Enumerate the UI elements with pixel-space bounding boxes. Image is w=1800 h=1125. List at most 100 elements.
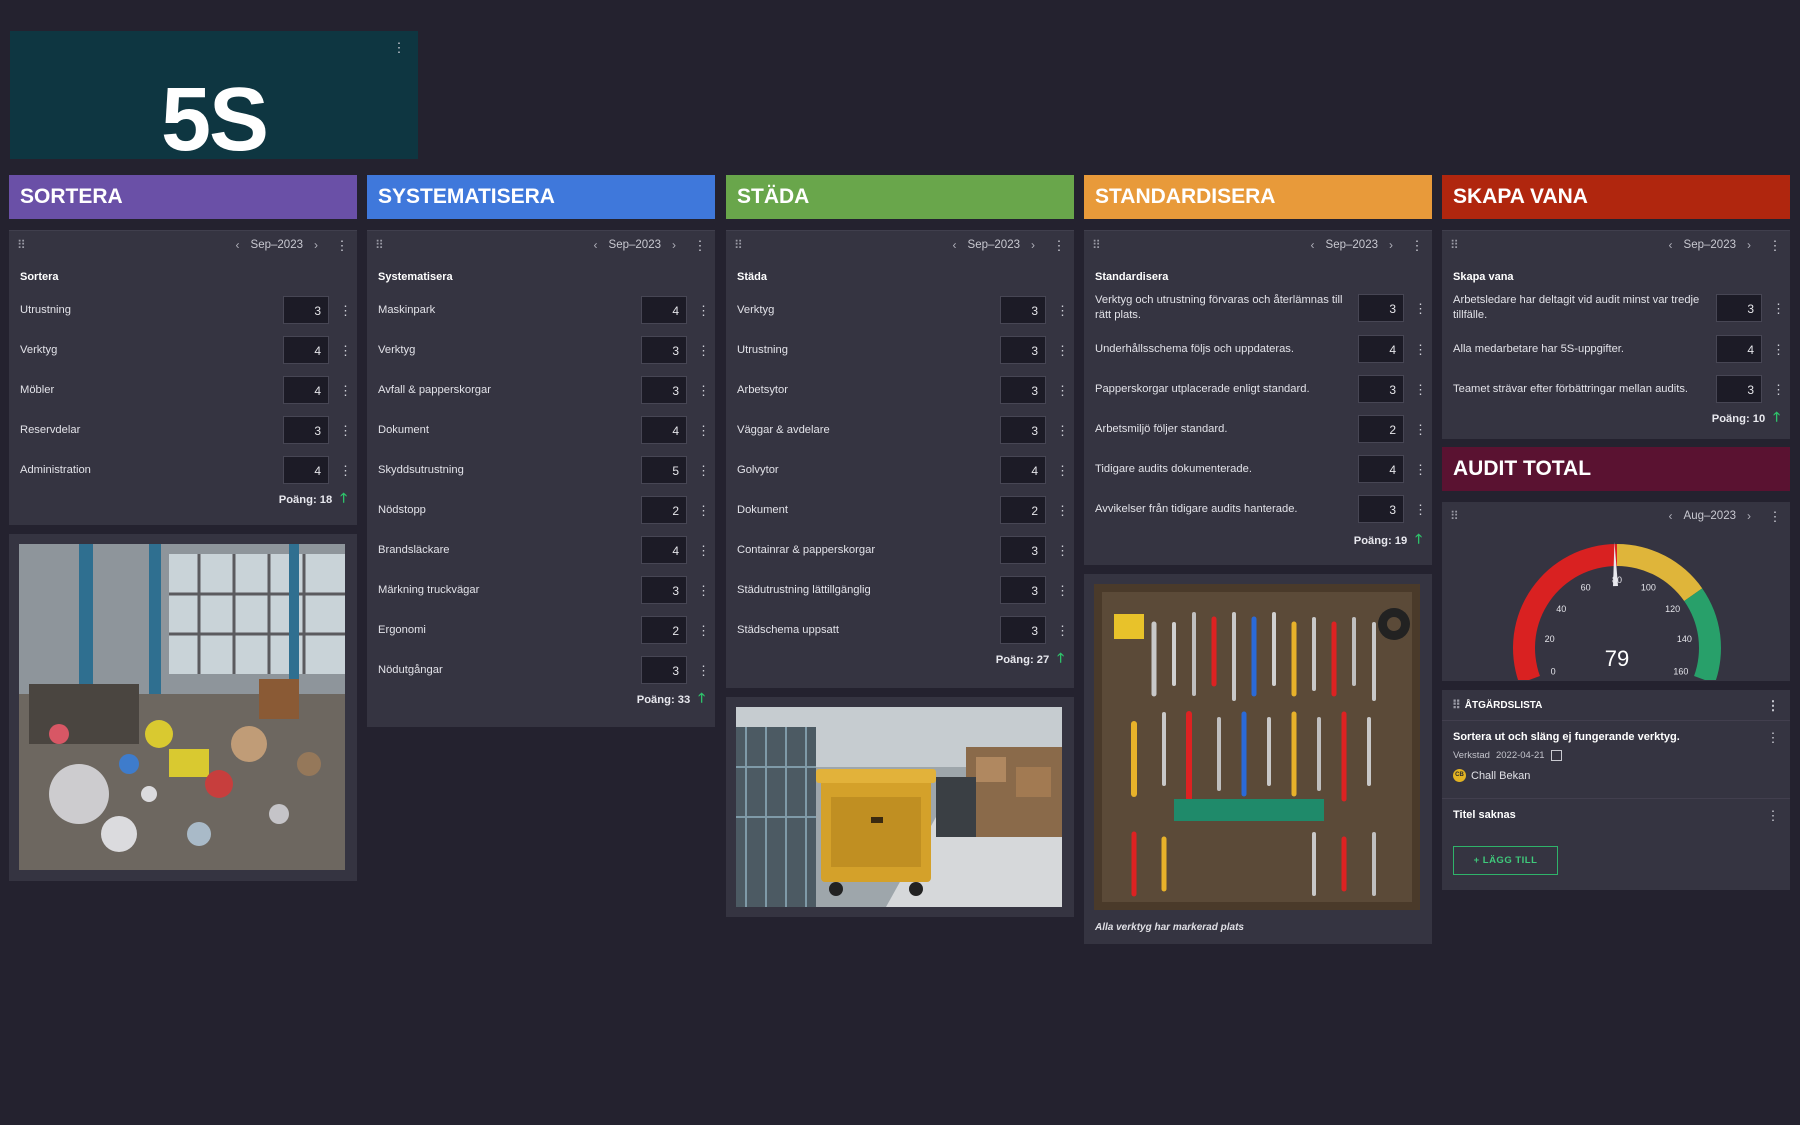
row-menu-icon[interactable]: ⋮ xyxy=(1056,424,1069,437)
row-menu-icon[interactable]: ⋮ xyxy=(339,304,352,317)
score-input[interactable]: 4 xyxy=(1358,335,1404,363)
row-menu-icon[interactable]: ⋮ xyxy=(1056,344,1069,357)
row-menu-icon[interactable]: ⋮ xyxy=(339,344,352,357)
row-menu-icon[interactable]: ⋮ xyxy=(697,304,710,317)
add-action-button[interactable]: + LÄGG TILL xyxy=(1453,846,1558,875)
row-menu-icon[interactable]: ⋮ xyxy=(1414,302,1427,315)
row-menu-icon[interactable]: ⋮ xyxy=(697,664,710,677)
score-input[interactable]: 4 xyxy=(283,336,329,364)
chevron-left-icon[interactable]: ‹ xyxy=(229,238,247,252)
score-input[interactable]: 2 xyxy=(1358,415,1404,443)
row-menu-icon[interactable]: ⋮ xyxy=(1056,624,1069,637)
score-input[interactable]: 2 xyxy=(1000,496,1046,524)
chevron-left-icon[interactable]: ‹ xyxy=(1662,238,1680,252)
row-menu-icon[interactable]: ⋮ xyxy=(1056,504,1069,517)
score-input[interactable]: 3 xyxy=(1000,536,1046,564)
more-menu-icon[interactable]: ⋮ xyxy=(1052,239,1066,252)
drag-handle-icon[interactable]: ⠿ xyxy=(17,238,26,252)
score-input[interactable]: 3 xyxy=(1000,376,1046,404)
score-input[interactable]: 3 xyxy=(1358,495,1404,523)
score-input[interactable]: 3 xyxy=(283,296,329,324)
more-menu-icon[interactable]: ⋮ xyxy=(392,41,406,54)
row-menu-icon[interactable]: ⋮ xyxy=(1772,302,1785,315)
row-menu-icon[interactable]: ⋮ xyxy=(339,424,352,437)
row-menu-icon[interactable]: ⋮ xyxy=(697,544,710,557)
row-menu-icon[interactable]: ⋮ xyxy=(1414,423,1427,436)
score-input[interactable]: 3 xyxy=(641,656,687,684)
action-title[interactable]: Sortera ut och släng ej fungerande verkt… xyxy=(1453,731,1780,743)
score-input[interactable]: 4 xyxy=(1000,456,1046,484)
chevron-right-icon[interactable]: › xyxy=(1024,238,1042,252)
score-input[interactable]: 4 xyxy=(1358,455,1404,483)
drag-handle-icon[interactable]: ⠿ xyxy=(1092,238,1101,252)
score-input[interactable]: 3 xyxy=(1000,296,1046,324)
chevron-left-icon[interactable]: ‹ xyxy=(946,238,964,252)
score-input[interactable]: 3 xyxy=(1716,375,1762,403)
chevron-left-icon[interactable]: ‹ xyxy=(1662,509,1680,523)
row-menu-icon[interactable]: ⋮ xyxy=(1414,343,1427,356)
row-menu-icon[interactable]: ⋮ xyxy=(697,344,710,357)
drag-handle-icon[interactable]: ⠿ xyxy=(734,238,743,252)
score-input[interactable]: 4 xyxy=(641,416,687,444)
score-input[interactable]: 3 xyxy=(641,376,687,404)
score-input[interactable]: 4 xyxy=(283,456,329,484)
action-title[interactable]: Titel saknas xyxy=(1453,809,1780,821)
row-menu-icon[interactable]: ⋮ xyxy=(1056,544,1069,557)
more-menu-icon[interactable]: ⋮ xyxy=(1768,239,1782,252)
drag-handle-icon[interactable]: ⠿ xyxy=(375,238,384,252)
score-input[interactable]: 3 xyxy=(641,336,687,364)
score-input[interactable]: 3 xyxy=(641,576,687,604)
row-menu-icon[interactable]: ⋮ xyxy=(339,464,352,477)
row-menu-icon[interactable]: ⋮ xyxy=(1414,503,1427,516)
row-menu-icon[interactable]: ⋮ xyxy=(697,584,710,597)
row-menu-icon[interactable]: ⋮ xyxy=(1056,384,1069,397)
row-menu-icon[interactable]: ⋮ xyxy=(1766,731,1780,744)
chevron-right-icon[interactable]: › xyxy=(1740,509,1758,523)
score-input[interactable]: 5 xyxy=(641,456,687,484)
drag-handle-icon[interactable]: ⠿ xyxy=(1450,238,1459,252)
more-menu-icon[interactable]: ⋮ xyxy=(1410,239,1424,252)
score-input[interactable]: 3 xyxy=(283,416,329,444)
row-menu-icon[interactable]: ⋮ xyxy=(1772,383,1785,396)
chevron-right-icon[interactable]: › xyxy=(1740,238,1758,252)
score-input[interactable]: 3 xyxy=(1716,294,1762,322)
score-input[interactable]: 2 xyxy=(641,496,687,524)
score-input[interactable]: 4 xyxy=(283,376,329,404)
row-menu-icon[interactable]: ⋮ xyxy=(1766,809,1780,822)
chevron-right-icon[interactable]: › xyxy=(307,238,325,252)
score-input[interactable]: 2 xyxy=(641,616,687,644)
score-input[interactable]: 3 xyxy=(1000,576,1046,604)
more-menu-icon[interactable]: ⋮ xyxy=(693,239,707,252)
row-menu-icon[interactable]: ⋮ xyxy=(697,384,710,397)
chevron-right-icon[interactable]: › xyxy=(1382,238,1400,252)
drag-handle-icon[interactable]: ⠿ xyxy=(1452,698,1461,712)
row-menu-icon[interactable]: ⋮ xyxy=(1056,584,1069,597)
action-item[interactable]: Sortera ut och släng ej fungerande verkt… xyxy=(1442,720,1790,798)
score-input[interactable]: 4 xyxy=(641,296,687,324)
score-input[interactable]: 3 xyxy=(1000,616,1046,644)
row-menu-icon[interactable]: ⋮ xyxy=(339,384,352,397)
row-menu-icon[interactable]: ⋮ xyxy=(697,624,710,637)
more-menu-icon[interactable]: ⋮ xyxy=(1766,699,1780,712)
score-input[interactable]: 4 xyxy=(1716,335,1762,363)
score-input[interactable]: 3 xyxy=(1358,294,1404,322)
score-input[interactable]: 4 xyxy=(641,536,687,564)
more-menu-icon[interactable]: ⋮ xyxy=(335,239,349,252)
row-menu-icon[interactable]: ⋮ xyxy=(1056,304,1069,317)
score-input[interactable]: 3 xyxy=(1000,416,1046,444)
drag-handle-icon[interactable]: ⠿ xyxy=(1450,509,1459,523)
row-menu-icon[interactable]: ⋮ xyxy=(1414,463,1427,476)
row-menu-icon[interactable]: ⋮ xyxy=(697,504,710,517)
action-item[interactable]: Titel saknas ⋮ xyxy=(1442,798,1790,838)
chevron-left-icon[interactable]: ‹ xyxy=(587,238,605,252)
more-menu-icon[interactable]: ⋮ xyxy=(1768,510,1782,523)
row-menu-icon[interactable]: ⋮ xyxy=(697,464,710,477)
row-menu-icon[interactable]: ⋮ xyxy=(1414,383,1427,396)
score-input[interactable]: 3 xyxy=(1000,336,1046,364)
score-input[interactable]: 3 xyxy=(1358,375,1404,403)
row-menu-icon[interactable]: ⋮ xyxy=(1056,464,1069,477)
done-checkbox[interactable] xyxy=(1550,750,1562,761)
row-menu-icon[interactable]: ⋮ xyxy=(1772,343,1785,356)
row-menu-icon[interactable]: ⋮ xyxy=(697,424,710,437)
chevron-left-icon[interactable]: ‹ xyxy=(1304,238,1322,252)
